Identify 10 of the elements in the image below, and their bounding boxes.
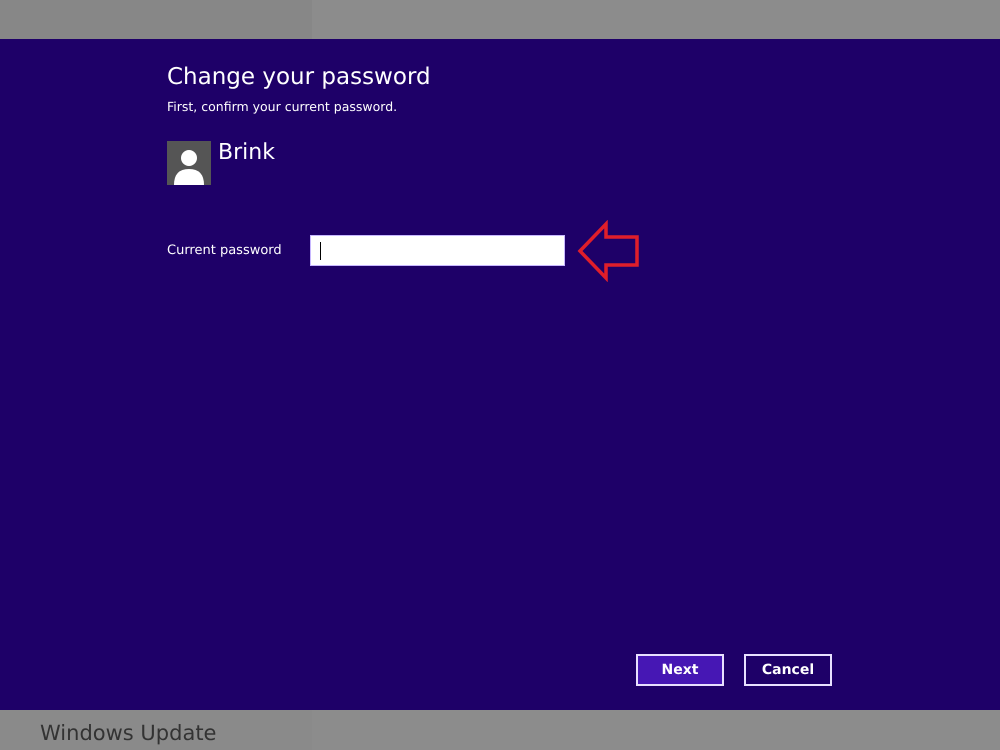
dialog-button[interactable]: Cancel	[744, 654, 832, 686]
user-name: Brink	[218, 142, 275, 164]
arrow-icon	[577, 220, 641, 282]
dialog-subtitle: First, confirm your current password.	[167, 98, 398, 116]
dialog-title: Change your password	[167, 63, 431, 92]
user-avatar-icon	[167, 140, 211, 185]
background-title: Windows Update	[40, 720, 218, 746]
dialog-button[interactable]: Next	[636, 654, 724, 686]
password-field[interactable]	[310, 235, 565, 266]
field-label: Current password	[167, 242, 283, 260]
